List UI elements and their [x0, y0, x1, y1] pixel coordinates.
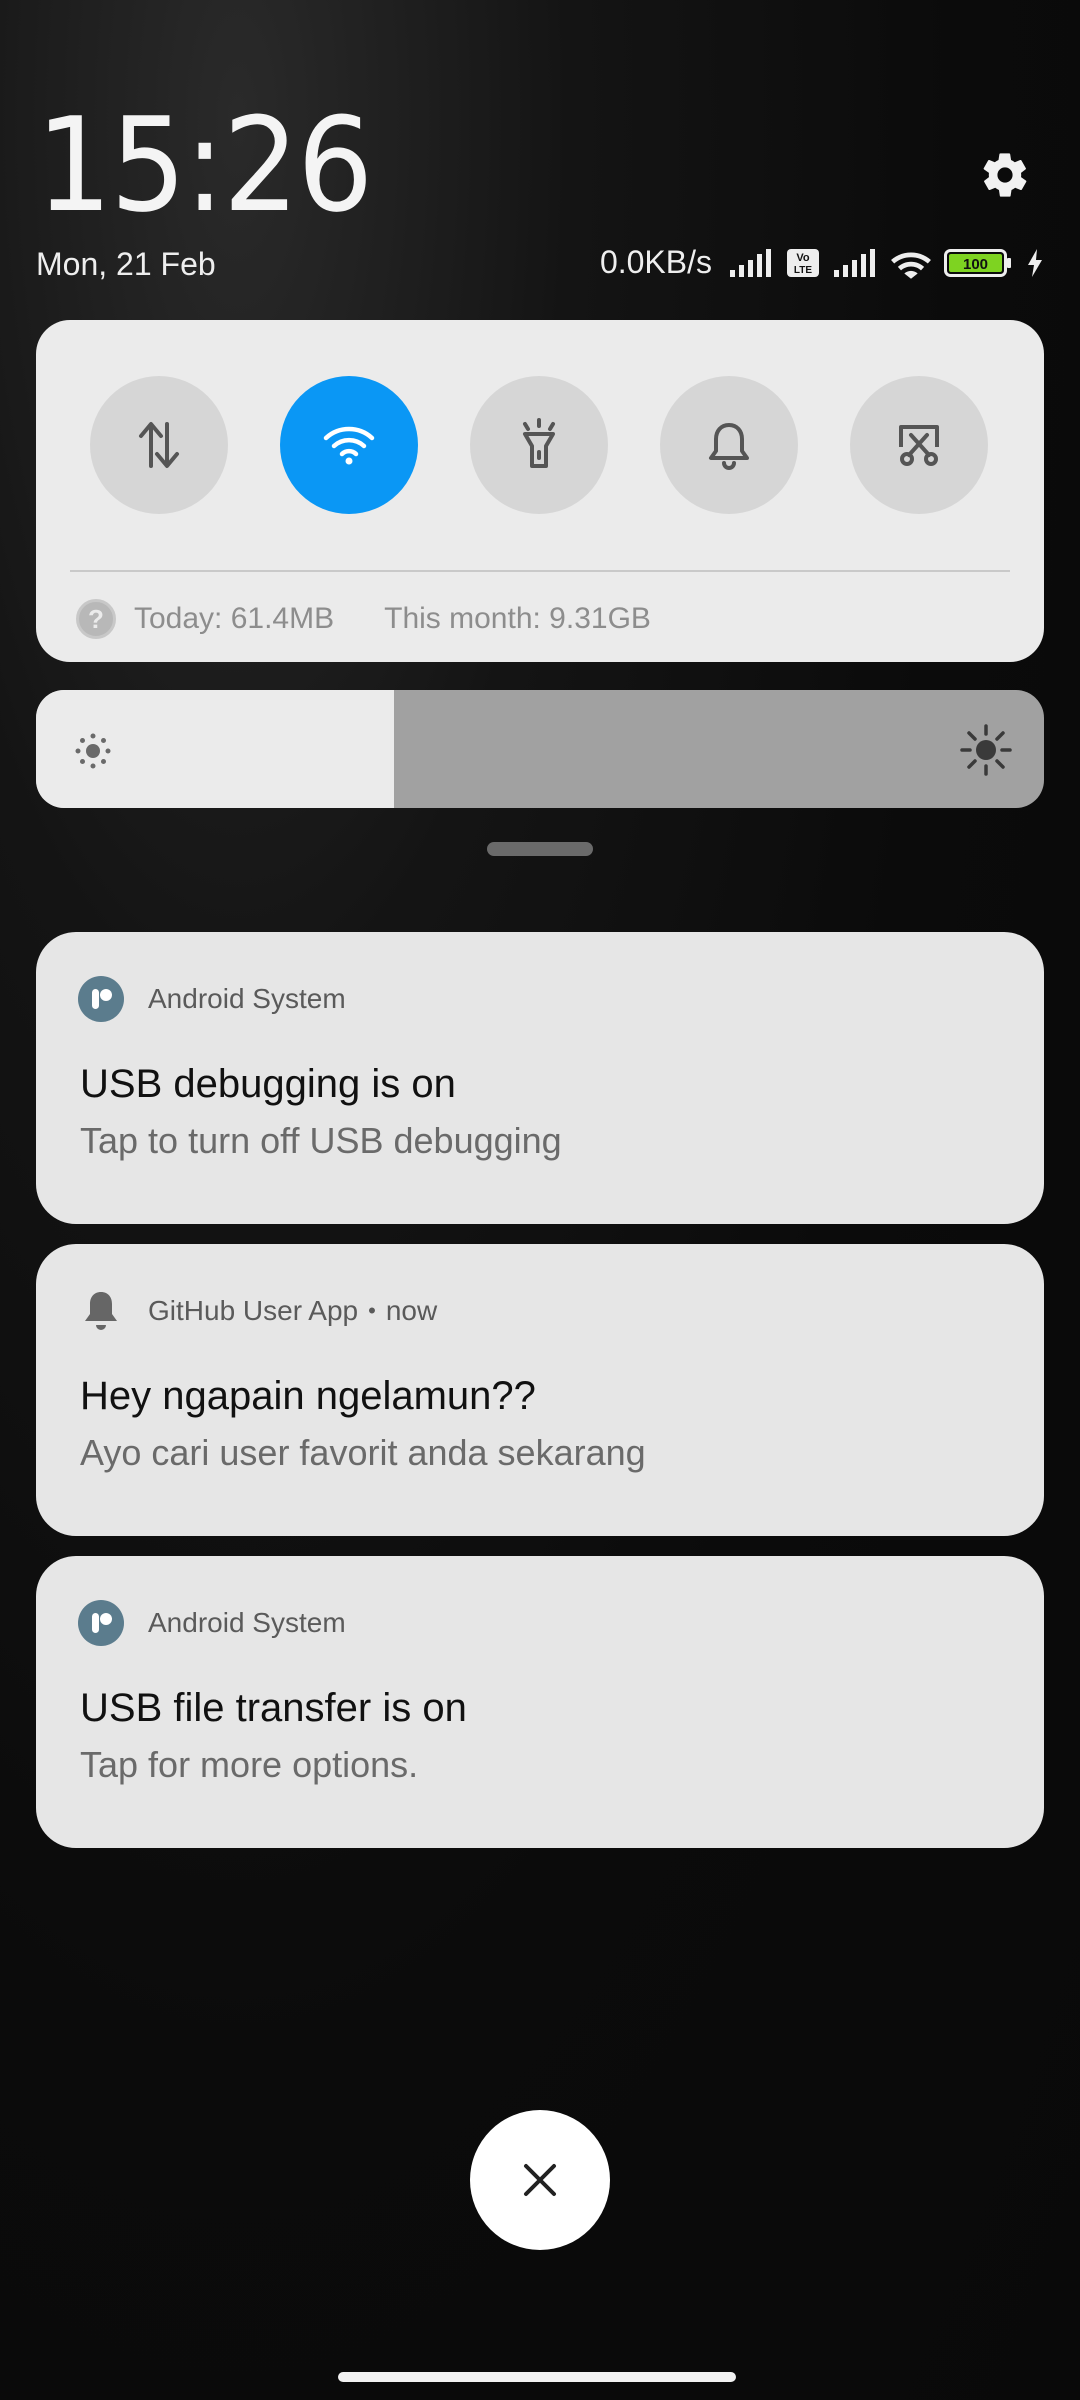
drag-handle[interactable] — [487, 842, 593, 856]
notification-title: Hey ngapain ngelamun?? — [80, 1374, 536, 1418]
notification-header: Android System — [78, 1600, 346, 1646]
notification-app-name: Android System — [148, 983, 346, 1014]
notification-github-user-app[interactable]: GitHub User App • now Hey ngapain ngelam… — [36, 1244, 1044, 1536]
help-icon: ? — [76, 599, 116, 639]
data-usage-today: Today: 61.4MB — [134, 602, 335, 635]
charging-icon — [1028, 248, 1042, 277]
volte-icon: Vo LTE — [787, 248, 819, 277]
scissors-screen-icon — [899, 425, 939, 466]
signal-icon — [730, 248, 771, 277]
notification-title: USB file transfer is on — [80, 1686, 467, 1730]
divider — [70, 570, 1010, 572]
notification-usb-debugging[interactable]: Android System USB debugging is on Tap t… — [36, 932, 1044, 1224]
brightness-slider[interactable] — [36, 690, 1044, 808]
brightness-high-icon — [960, 724, 1012, 776]
mobile-data-toggle[interactable] — [90, 376, 228, 514]
home-indicator[interactable] — [338, 2372, 736, 2382]
gear-icon — [983, 153, 1027, 197]
wifi-icon — [323, 426, 375, 465]
sound-toggle[interactable] — [660, 376, 798, 514]
notification-app-name: Android System — [148, 1607, 346, 1638]
notification-app-name: GitHub User App — [148, 1295, 359, 1326]
battery-icon: 100 — [944, 248, 1011, 277]
notification-header: GitHub User App • now — [78, 1288, 437, 1334]
brightness-low-icon — [75, 733, 111, 769]
screenshot-toggle[interactable] — [850, 376, 988, 514]
flashlight-icon — [523, 418, 555, 468]
notification-text: Tap to turn off USB debugging — [80, 1120, 562, 1161]
close-icon — [524, 2164, 556, 2196]
status-bar: 0.0KB/s Vo LTE 100 — [600, 244, 1044, 281]
separator-dot: • — [368, 1298, 376, 1323]
notification-time: now — [385, 1295, 438, 1326]
flashlight-toggle[interactable] — [470, 376, 608, 514]
notification-usb-file-transfer[interactable]: Android System USB file transfer is on T… — [36, 1556, 1044, 1848]
battery-level: 100 — [963, 256, 988, 273]
quick-settings-panel: ? Today: 61.4MB This month: 9.31GB — [36, 320, 1044, 662]
wifi-status-icon — [891, 252, 931, 279]
android-system-icon — [78, 1600, 124, 1646]
clock[interactable]: 15:26 — [36, 100, 373, 230]
data-transfer-icon — [139, 422, 179, 468]
clear-all-button[interactable] — [470, 2110, 610, 2250]
notification-text: Tap for more options. — [80, 1744, 419, 1785]
data-usage-month: This month: 9.31GB — [384, 602, 651, 635]
signal-icon-secondary — [834, 248, 875, 277]
network-speed: 0.0KB/s — [599, 244, 712, 280]
svg-text:Vo: Vo — [796, 252, 810, 264]
android-system-icon — [78, 976, 124, 1022]
notification-text: Ayo cari user favorit anda sekarang — [80, 1432, 646, 1473]
bell-icon — [709, 423, 749, 470]
svg-text:LTE: LTE — [794, 265, 812, 276]
notification-header: Android System — [78, 976, 346, 1022]
wifi-toggle[interactable] — [280, 376, 418, 514]
notification-title: USB debugging is on — [80, 1062, 456, 1106]
date[interactable]: Mon, 21 Feb — [36, 246, 216, 283]
settings-button[interactable] — [975, 145, 1035, 205]
bell-icon — [78, 1288, 124, 1334]
data-usage[interactable]: ? Today: 61.4MB This month: 9.31GB — [76, 595, 651, 643]
